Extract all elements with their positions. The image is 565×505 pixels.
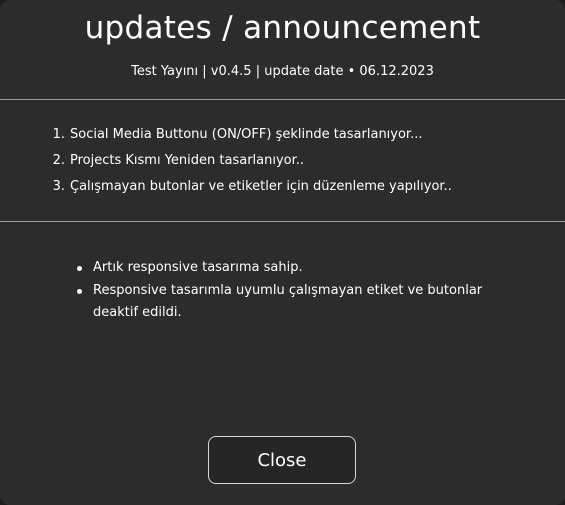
update-item-text: Çalışmayan butonlar ve etiketler için dü… (70, 179, 452, 194)
divider (0, 221, 565, 222)
update-item-text: Social Media Buttonu (ON/OFF) şeklinde t… (70, 127, 423, 142)
feature-item: Artık responsive tasarıma sahip. (77, 257, 487, 280)
close-button[interactable]: Close (208, 436, 356, 484)
update-item: 3. Çalışmayan butonlar ve etiketler için… (48, 174, 548, 200)
updates-list: 1. Social Media Buttonu (ON/OFF) şeklind… (48, 122, 548, 200)
update-item-number: 2. (52, 153, 65, 168)
update-item-text: Projects Kısmı Yeniden tasarlanıyor.. (70, 153, 305, 168)
update-item-number: 1. (52, 127, 65, 142)
update-item-number: 3. (52, 179, 65, 194)
bullet-icon (77, 266, 82, 271)
dialog-subtitle: Test Yayını | v0.4.5 | update date • 06.… (131, 64, 434, 79)
bullet-icon (77, 288, 82, 294)
feature-item: Responsive tasarımla uyumlu çalışmayan e… (77, 280, 487, 325)
dialog-title: updates / announcement (84, 10, 481, 46)
features-list: Artık responsive tasarıma sahip. Respons… (77, 257, 487, 325)
feature-item-text: Responsive tasarımla uyumlu çalışmayan e… (93, 282, 483, 321)
update-item: 1. Social Media Buttonu (ON/OFF) şeklind… (48, 122, 548, 148)
announcement-dialog: updates / announcement Test Yayını | v0.… (0, 0, 565, 505)
divider (0, 99, 565, 100)
update-item: 2. Projects Kısmı Yeniden tasarlanıyor.. (48, 148, 548, 174)
feature-item-text: Artık responsive tasarıma sahip. (93, 260, 303, 275)
